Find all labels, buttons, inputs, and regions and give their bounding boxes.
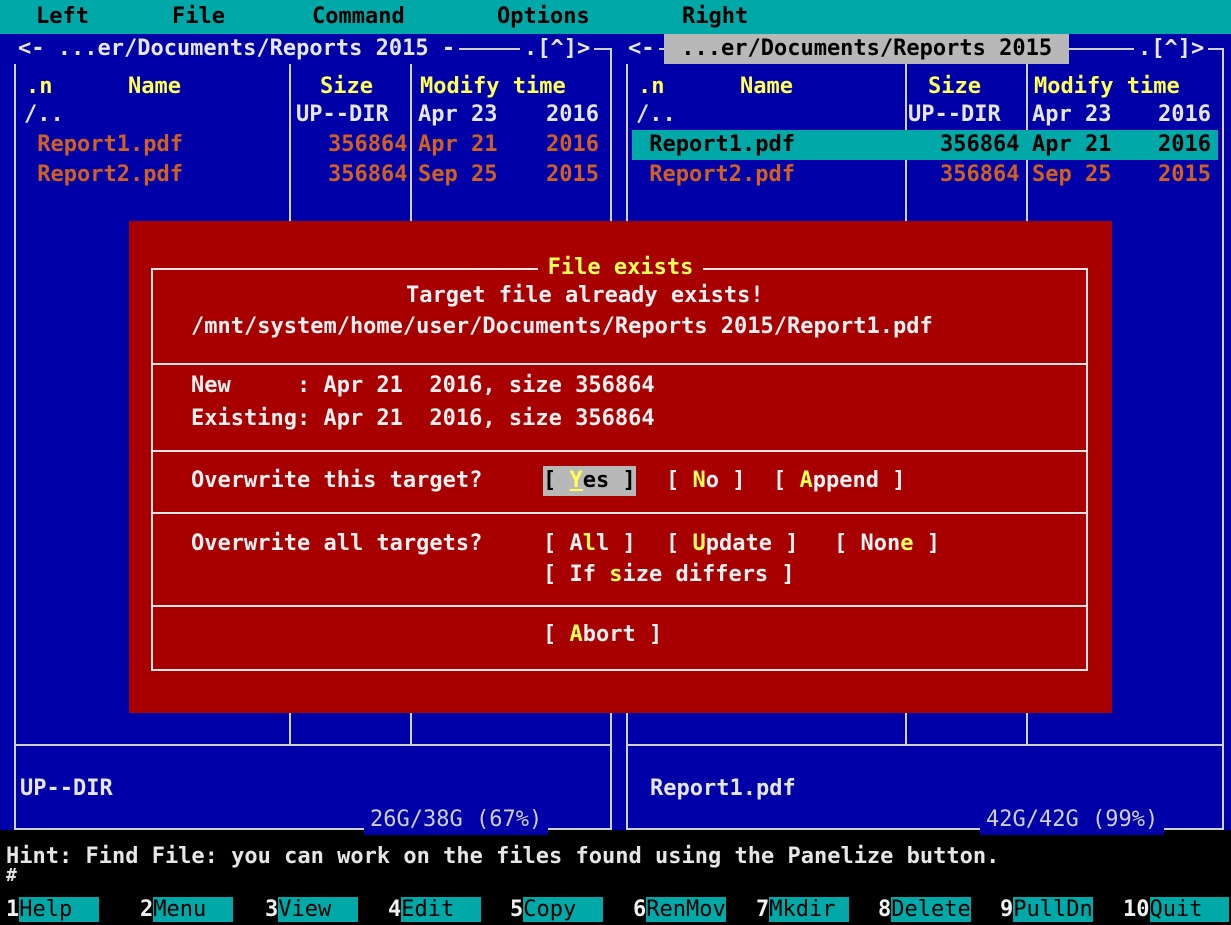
column-header-mtime[interactable]: Modify time bbox=[1034, 72, 1180, 102]
dialog-new-info: New : Apr 21 2016, size 356864 bbox=[191, 373, 655, 398]
menu-file[interactable]: File bbox=[172, 2, 225, 32]
file-year: 2015 bbox=[1158, 162, 1211, 187]
if-size-differs-button[interactable]: [ If size differs ] bbox=[543, 560, 795, 590]
file-name: Report2.pdf bbox=[636, 162, 795, 187]
abort-button[interactable]: [ Abort ] bbox=[543, 620, 662, 650]
f9-pulldn-button[interactable]: 9PullDn bbox=[1000, 895, 1093, 925]
file-size: 356864 bbox=[328, 132, 408, 157]
column-header-name[interactable]: Name bbox=[128, 72, 181, 102]
file-year: 2016 bbox=[1158, 132, 1211, 157]
right-panel-path[interactable]: ...er/Documents/Reports 2015 bbox=[664, 34, 1070, 64]
menu-options[interactable]: Options bbox=[497, 2, 590, 32]
file-size: 356864 bbox=[940, 162, 1020, 187]
menu-left[interactable]: Left bbox=[36, 2, 89, 32]
none-button[interactable]: [ None ] bbox=[834, 529, 940, 559]
f2-menu-button[interactable]: 2Menu bbox=[140, 895, 233, 925]
right-panel-history[interactable]: .[^]> bbox=[1134, 34, 1209, 64]
file-date: Apr 21 bbox=[1032, 132, 1112, 157]
file-date: Apr 21 bbox=[418, 132, 498, 157]
no-button[interactable]: [ No ] bbox=[666, 466, 746, 496]
file-date: Apr 23 bbox=[1032, 102, 1112, 127]
menu-right[interactable]: Right bbox=[682, 2, 748, 32]
file-year: 2016 bbox=[546, 132, 599, 157]
column-header-size[interactable]: Size bbox=[928, 72, 981, 102]
command-prompt[interactable]: # bbox=[6, 864, 17, 888]
menu-command[interactable]: Command bbox=[312, 2, 405, 32]
right-panel-status: Report1.pdf bbox=[650, 776, 796, 801]
file-size: 356864 bbox=[940, 132, 1020, 157]
file-row-selected[interactable]: Report1.pdf 356864 Apr 21 2016 bbox=[632, 130, 1218, 160]
column-header-n[interactable]: .n bbox=[26, 72, 53, 102]
dialog-target-path: /mnt/system/home/user/Documents/Reports … bbox=[191, 314, 933, 339]
overwrite-this-label: Overwrite this target? bbox=[191, 468, 483, 493]
right-panel-history-back[interactable]: <- bbox=[624, 34, 659, 64]
file-size: UP--DIR bbox=[296, 102, 389, 127]
file-date: Sep 25 bbox=[1032, 162, 1112, 187]
f4-edit-button[interactable]: 4Edit bbox=[388, 895, 481, 925]
dialog-existing-info: Existing: Apr 21 2016, size 356864 bbox=[191, 406, 655, 431]
dialog-message: Target file already exists! bbox=[406, 283, 764, 308]
file-year: 2016 bbox=[546, 102, 599, 127]
function-key-bar: 1Help 2Menu 3View 4Edit 5Copy 6RenMov 7M… bbox=[0, 895, 1231, 925]
dialog-separator bbox=[153, 605, 1086, 607]
f3-view-button[interactable]: 3View bbox=[265, 895, 358, 925]
f1-help-button[interactable]: 1Help bbox=[6, 895, 99, 925]
status-divider bbox=[14, 744, 612, 746]
append-button[interactable]: [ Append ] bbox=[773, 466, 905, 496]
file-name: /.. bbox=[636, 102, 676, 127]
f10-quit-button[interactable]: 10Quit bbox=[1123, 895, 1229, 925]
dialog-separator bbox=[153, 363, 1086, 365]
column-header-size[interactable]: Size bbox=[320, 72, 373, 102]
menu-bar: Left File Command Options Right bbox=[0, 0, 1231, 34]
dialog-separator bbox=[153, 512, 1086, 514]
f5-copy-button[interactable]: 5Copy bbox=[510, 895, 603, 925]
f6-renmov-button[interactable]: 6RenMov bbox=[633, 895, 726, 925]
file-year: 2016 bbox=[1158, 102, 1211, 127]
hint-line: Hint: Find File: you can work on the fil… bbox=[6, 844, 1000, 869]
update-button[interactable]: [ Update ] bbox=[666, 529, 798, 559]
status-divider bbox=[626, 744, 1224, 746]
all-button[interactable]: [ All ] bbox=[543, 529, 636, 559]
f8-delete-button[interactable]: 8Delete bbox=[878, 895, 971, 925]
file-name: Report1.pdf bbox=[24, 132, 183, 157]
file-name: /.. bbox=[24, 102, 64, 127]
file-name: Report1.pdf bbox=[636, 132, 795, 157]
f7-mkdir-button[interactable]: 7Mkdir bbox=[756, 895, 849, 925]
left-panel-path[interactable]: <- ...er/Documents/Reports 2015 - bbox=[14, 34, 460, 64]
yes-button[interactable]: [ Yes ] bbox=[543, 466, 636, 496]
file-size: UP--DIR bbox=[908, 102, 1001, 127]
file-date: Sep 25 bbox=[418, 162, 498, 187]
overwrite-all-label: Overwrite all targets? bbox=[191, 531, 483, 556]
file-year: 2015 bbox=[546, 162, 599, 187]
file-name: Report2.pdf bbox=[24, 162, 183, 187]
file-date: Apr 23 bbox=[418, 102, 498, 127]
left-panel-history[interactable]: .[^]> bbox=[520, 34, 595, 64]
column-header-mtime[interactable]: Modify time bbox=[420, 72, 566, 102]
column-header-name[interactable]: Name bbox=[740, 72, 793, 102]
column-header-n[interactable]: .n bbox=[638, 72, 665, 102]
left-panel-free-space: 26G/38G (67%) bbox=[364, 805, 549, 835]
right-panel-free-space: 42G/42G (99%) bbox=[980, 805, 1165, 835]
left-panel-status: UP--DIR bbox=[20, 776, 113, 801]
dialog-title: File exists bbox=[129, 253, 1112, 283]
file-exists-dialog: File exists Target file already exists! … bbox=[129, 221, 1112, 713]
dialog-separator bbox=[153, 450, 1086, 452]
file-size: 356864 bbox=[328, 162, 408, 187]
